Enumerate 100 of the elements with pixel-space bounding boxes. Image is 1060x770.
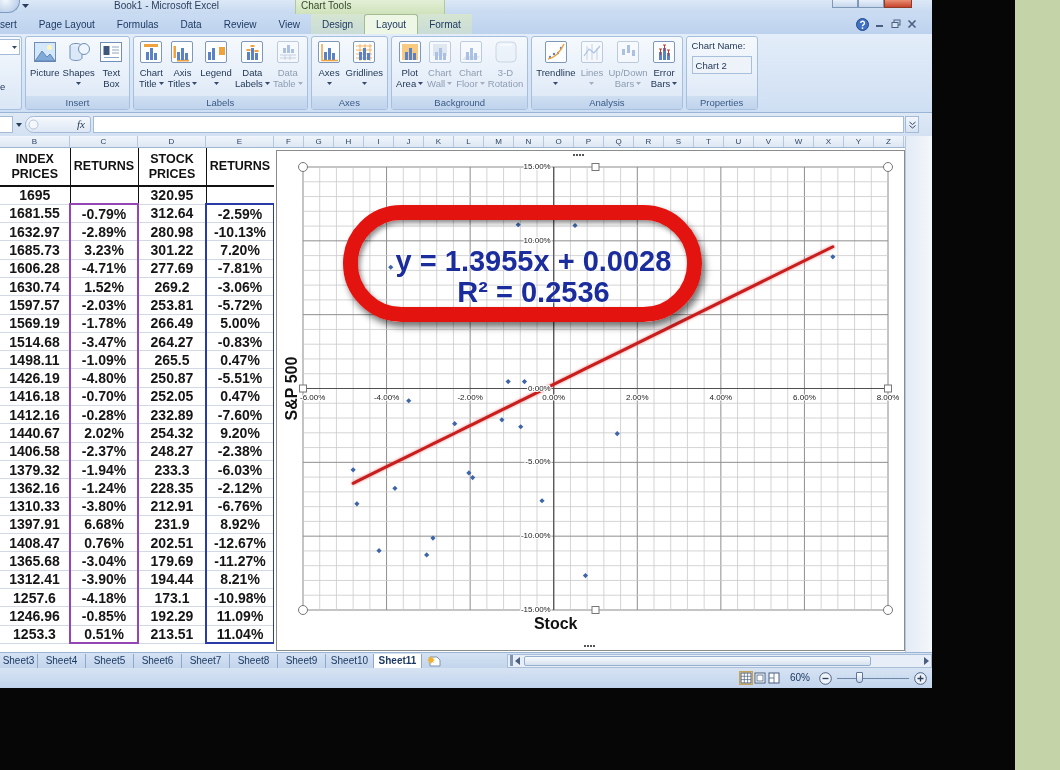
data-point[interactable] — [376, 548, 382, 554]
sheet-tab[interactable]: Sheet9 — [278, 653, 326, 668]
column-heading[interactable]: K — [424, 136, 454, 147]
restore-icon[interactable] — [891, 19, 901, 29]
zoom-in-icon[interactable] — [914, 671, 927, 685]
ribbon-button[interactable]: Picture — [29, 39, 61, 96]
column-heading[interactable]: Y — [844, 136, 874, 147]
data-point[interactable] — [505, 378, 511, 385]
ribbon-tab[interactable]: Format — [418, 14, 472, 34]
ribbon-tab[interactable]: Page Layout — [27, 14, 106, 34]
ribbon-button-label[interactable]: e — [0, 81, 8, 92]
resize-handle[interactable] — [299, 384, 307, 393]
ribbon-button[interactable]: Data Labels — [233, 39, 271, 96]
column-heading[interactable]: C — [70, 136, 138, 147]
data-point[interactable] — [518, 424, 524, 430]
chart-name-field[interactable]: Chart 2 — [691, 56, 752, 74]
restore-button[interactable] — [858, 0, 884, 8]
column-heading[interactable]: V — [754, 136, 784, 147]
ribbon-button[interactable]: Chart Title — [136, 39, 166, 96]
ribbon-tab[interactable]: Data — [169, 14, 213, 34]
column-heading[interactable]: L — [454, 136, 484, 147]
sheet-tab[interactable]: Sheet3 — [0, 653, 38, 668]
view-button[interactable] — [753, 671, 767, 685]
data-point[interactable] — [392, 485, 398, 491]
data-point[interactable] — [388, 264, 394, 270]
view-button[interactable] — [739, 671, 753, 685]
data-point[interactable] — [830, 254, 836, 260]
expand-formula-bar-button[interactable] — [905, 116, 919, 133]
column-heading[interactable]: M — [484, 136, 514, 147]
ribbon-tab[interactable]: Review — [212, 14, 268, 34]
resize-handle[interactable] — [883, 162, 893, 172]
column-heading[interactable]: J — [394, 136, 424, 147]
scrollbar-thumb[interactable] — [524, 655, 871, 666]
ribbon-button[interactable]: Shapes — [61, 39, 96, 96]
resize-handle[interactable] — [884, 384, 892, 393]
column-heading[interactable]: F — [274, 136, 304, 147]
column-heading[interactable]: R — [634, 136, 664, 147]
caret-icon[interactable] — [16, 122, 22, 127]
close-button[interactable] — [884, 0, 912, 8]
horizontal-scrollbar[interactable] — [507, 653, 932, 668]
resize-handle[interactable] — [298, 162, 308, 172]
ribbon-button[interactable]: Plot Area — [395, 39, 425, 96]
column-heading[interactable]: T — [694, 136, 724, 147]
formula-input[interactable] — [93, 116, 904, 133]
sheet-tab[interactable]: Sheet8 — [230, 653, 278, 668]
sheet-tab[interactable]: Sheet11 — [374, 653, 422, 668]
column-heading[interactable]: O — [544, 136, 574, 147]
column-heading[interactable]: I — [364, 136, 394, 147]
view-button[interactable] — [767, 671, 781, 685]
right-arrow-icon[interactable] — [923, 656, 929, 665]
ribbon-tab[interactable]: Formulas — [105, 14, 170, 34]
close-icon[interactable] — [907, 19, 917, 29]
data-point[interactable] — [466, 470, 472, 476]
data-point[interactable] — [406, 398, 412, 404]
sheet-tab[interactable]: Sheet6 — [134, 653, 182, 668]
zoom-out-icon[interactable] — [819, 671, 832, 685]
data-point[interactable] — [521, 378, 528, 385]
data-point[interactable] — [354, 501, 360, 507]
ribbon-button[interactable]: Trendline — [535, 39, 577, 96]
caret-icon[interactable] — [22, 4, 29, 8]
help-icon[interactable] — [856, 17, 869, 31]
sheet-tab[interactable]: Sheet5 — [86, 653, 134, 668]
resize-handle[interactable] — [298, 605, 308, 615]
ribbon-button[interactable]: Legend — [199, 39, 233, 96]
column-heading[interactable]: Q — [604, 136, 634, 147]
left-arrow-icon[interactable] — [515, 656, 521, 665]
minimize-button[interactable] — [832, 0, 858, 8]
ribbon-button[interactable]: Axes — [314, 39, 344, 96]
sheet-tab[interactable]: Sheet7 — [182, 653, 230, 668]
dropdown-field[interactable] — [0, 39, 20, 55]
zoom-slider[interactable] — [837, 671, 909, 685]
data-point[interactable] — [582, 573, 589, 579]
data-point[interactable] — [515, 222, 521, 228]
column-heading[interactable]: P — [574, 136, 604, 147]
data-point[interactable] — [499, 417, 505, 423]
data-point[interactable] — [430, 535, 436, 541]
data-point[interactable] — [424, 552, 430, 558]
column-heading[interactable]: W — [784, 136, 814, 147]
ribbon-button[interactable]: Error Bars — [649, 39, 679, 96]
data-point[interactable] — [452, 421, 458, 427]
ribbon-tab[interactable]: Layout — [364, 14, 419, 34]
data-point[interactable] — [572, 222, 578, 229]
column-heading[interactable]: H — [334, 136, 364, 147]
column-heading[interactable]: G — [304, 136, 334, 147]
ribbon-button[interactable]: Gridlines — [344, 39, 385, 96]
ribbon-tab[interactable]: sert — [0, 14, 28, 34]
resize-handle[interactable] — [591, 606, 600, 614]
ribbon-button[interactable]: Axis Titles — [166, 39, 199, 96]
data-point[interactable] — [614, 431, 620, 437]
data-point[interactable] — [470, 474, 476, 481]
ribbon-tab[interactable]: Design — [310, 14, 365, 34]
sheet-tab[interactable]: Sheet4 — [38, 653, 86, 668]
column-heading[interactable]: U — [724, 136, 754, 147]
vertical-scrollbar[interactable] — [905, 136, 932, 652]
column-heading[interactable]: X — [814, 136, 844, 147]
data-point[interactable] — [350, 467, 356, 473]
data-point[interactable] — [539, 498, 545, 504]
column-heading[interactable]: D — [138, 136, 206, 147]
ribbon-button[interactable]: Text Box — [96, 39, 126, 96]
ribbon-tab[interactable]: View — [267, 14, 311, 34]
